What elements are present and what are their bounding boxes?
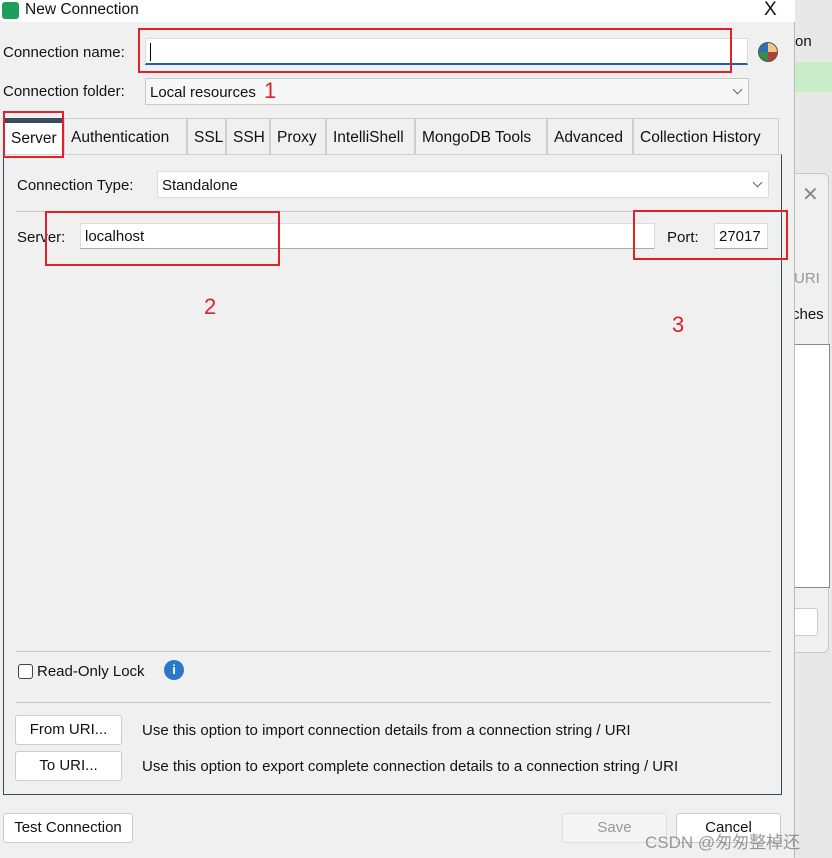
chevron-down-icon: [732, 84, 743, 95]
tab-intellishell[interactable]: IntelliShell: [326, 118, 415, 154]
connection-type-label: Connection Type:: [17, 177, 134, 194]
annotation-number: 3: [672, 312, 685, 337]
bg-close-icon: ✕: [802, 184, 819, 206]
annotation-box: [138, 28, 732, 73]
watermark: CSDN @匆匆整棹还: [645, 833, 801, 852]
tab-collection-history[interactable]: Collection History: [633, 118, 779, 154]
tab-mongodb-tools[interactable]: MongoDB Tools: [415, 118, 547, 154]
tab-ssl[interactable]: SSL: [187, 118, 226, 154]
bg-text: on: [795, 33, 812, 50]
tab-ssh[interactable]: SSH: [226, 118, 270, 154]
tab-proxy[interactable]: Proxy: [270, 118, 326, 154]
connection-type-select[interactable]: Standalone: [157, 171, 769, 198]
bg-text: URI: [794, 270, 820, 287]
read-only-lock-label: Read-Only Lock: [37, 663, 145, 680]
annotation-number: 2: [204, 294, 217, 319]
annotation-box: [45, 211, 280, 266]
from-uri-description: Use this option to import connection det…: [142, 722, 631, 739]
to-uri-description: Use this option to export complete conne…: [142, 758, 679, 775]
chevron-down-icon: [752, 177, 763, 188]
app-logo-icon: [2, 2, 19, 19]
to-uri-button[interactable]: To URI...: [15, 751, 122, 781]
info-icon[interactable]: i: [164, 660, 184, 680]
tab-authentication[interactable]: Authentication: [64, 118, 187, 154]
annotation-box: [3, 111, 64, 158]
close-icon[interactable]: X: [764, 0, 777, 21]
annotation-number: 1: [264, 78, 277, 103]
color-picker-icon[interactable]: [758, 42, 778, 62]
test-connection-button[interactable]: Test Connection: [3, 813, 133, 843]
from-uri-button[interactable]: From URI...: [15, 715, 122, 745]
connection-folder-select[interactable]: Local resources: [145, 78, 749, 105]
tab-advanced[interactable]: Advanced: [547, 118, 633, 154]
annotation-box: [633, 210, 788, 260]
read-only-lock-checkbox[interactable]: [18, 664, 33, 679]
title-bar: New Connection X: [0, 0, 795, 22]
dialog-title: New Connection: [25, 1, 139, 18]
bg-text: ches: [792, 306, 824, 323]
connection-folder-label: Connection folder:: [3, 83, 125, 100]
new-connection-dialog: New Connection X Connection name: Connec…: [0, 0, 795, 858]
connection-name-label: Connection name:: [3, 44, 125, 61]
